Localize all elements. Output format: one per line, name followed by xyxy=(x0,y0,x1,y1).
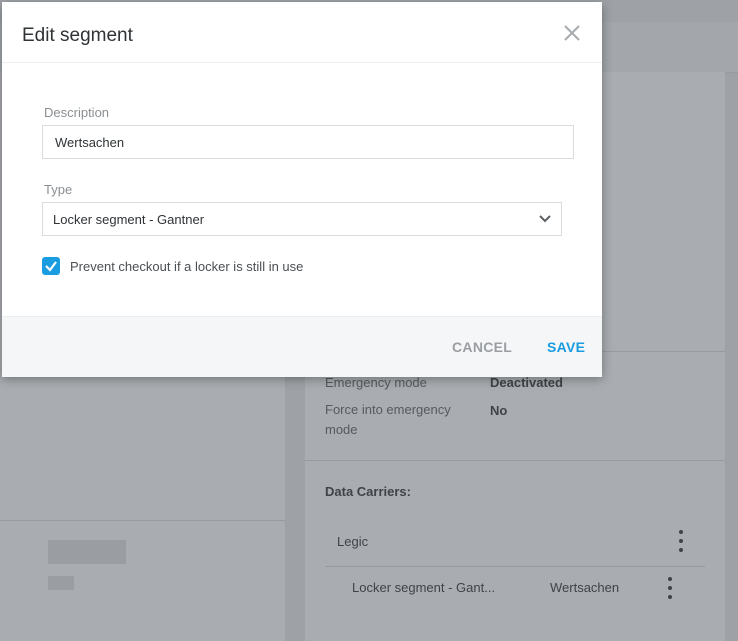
close-icon[interactable] xyxy=(561,22,583,44)
left-panel-divider xyxy=(0,520,285,521)
redacted-text-block-small xyxy=(48,576,74,590)
right-panel-divider-2 xyxy=(305,460,725,461)
carrier-row-divider xyxy=(325,566,705,567)
force-emergency-label: Force into emergency mode xyxy=(325,402,451,437)
dialog-footer: CANCEL SAVE xyxy=(2,316,602,377)
edit-segment-dialog: Edit segment Description Type Locker seg… xyxy=(2,2,602,377)
type-label: Type xyxy=(44,182,73,197)
segment-row-more-icon[interactable] xyxy=(667,577,673,599)
emergency-mode-value: Deactivated xyxy=(490,375,563,390)
type-select[interactable]: Locker segment - Gantner xyxy=(42,202,562,236)
data-carriers-heading: Data Carriers: xyxy=(325,484,411,499)
prevent-checkout-checkbox[interactable] xyxy=(42,257,60,275)
carrier-more-icon[interactable] xyxy=(678,530,684,552)
checkmark-icon xyxy=(45,261,57,272)
segment-row-name[interactable]: Locker segment - Gant... xyxy=(352,580,495,595)
save-button[interactable]: SAVE xyxy=(547,339,585,355)
redacted-text-block xyxy=(48,540,126,564)
cancel-button[interactable]: CANCEL xyxy=(452,339,512,355)
type-select-value: Locker segment - Gantner xyxy=(53,212,205,227)
chevron-down-icon xyxy=(539,215,551,223)
dialog-header: Edit segment xyxy=(2,2,602,63)
description-input[interactable] xyxy=(42,125,574,159)
force-emergency-value: No xyxy=(490,403,508,418)
description-label: Description xyxy=(44,105,110,120)
dialog-title: Edit segment xyxy=(22,25,133,46)
emergency-mode-label: Emergency mode xyxy=(325,375,427,390)
carrier-name[interactable]: Legic xyxy=(337,534,368,549)
prevent-checkout-label[interactable]: Prevent checkout if a locker is still in… xyxy=(70,259,303,274)
segment-row-description: Wertsachen xyxy=(550,580,620,595)
